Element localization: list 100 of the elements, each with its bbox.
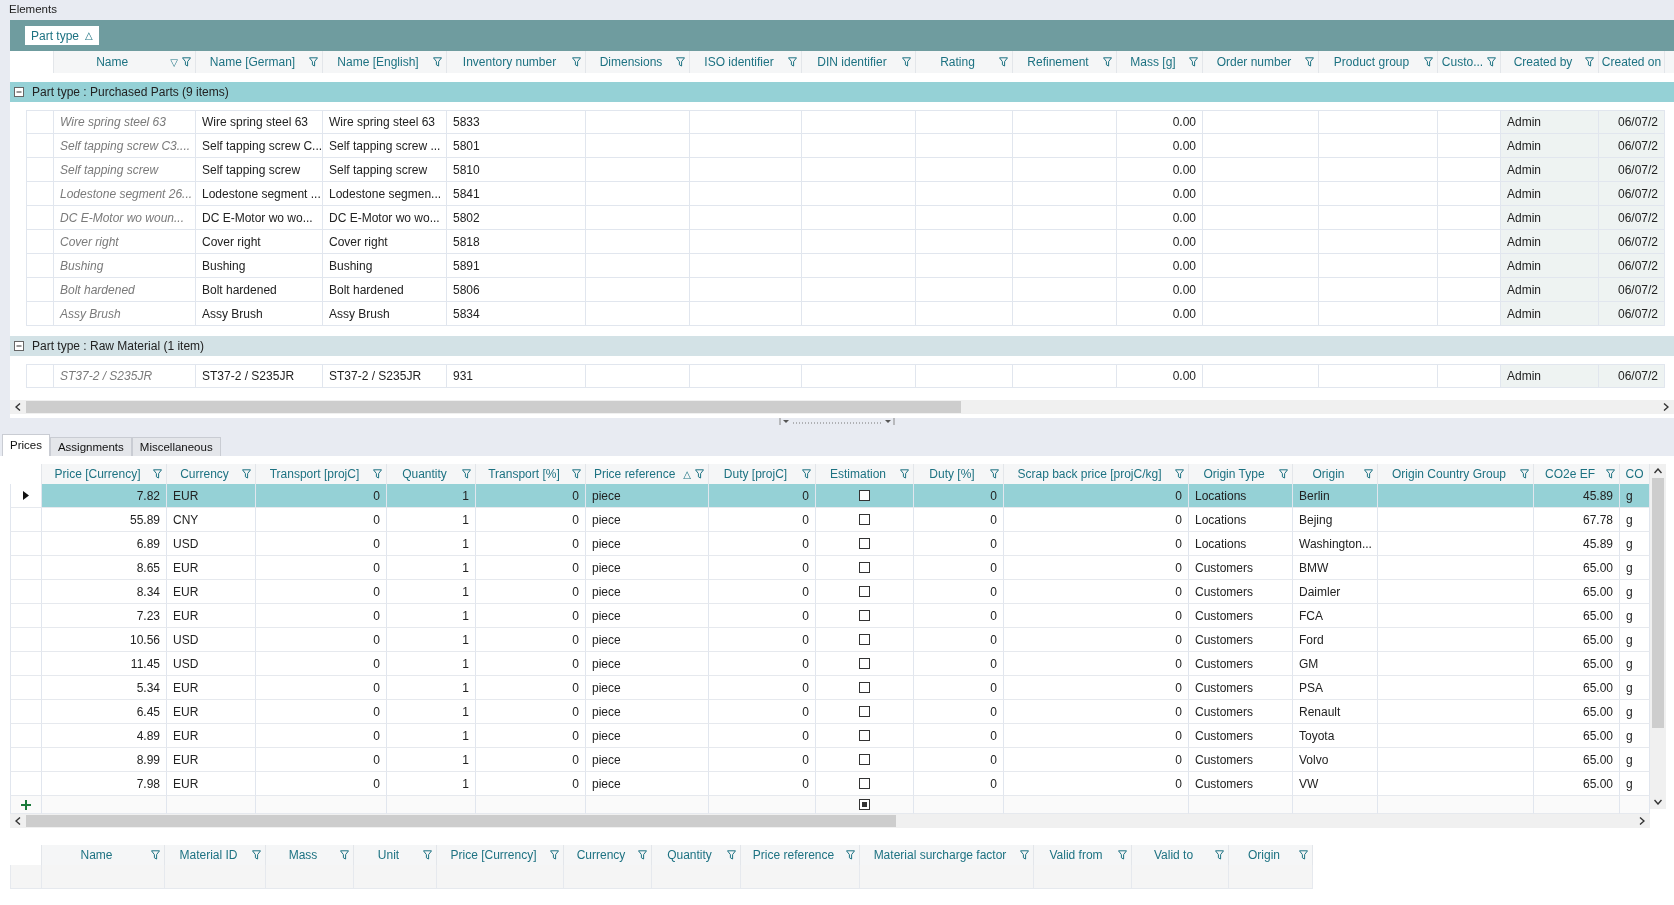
- column-header[interactable]: Inventory number: [447, 51, 586, 73]
- vertical-scrollbar[interactable]: [1650, 464, 1666, 809]
- checkbox[interactable]: [859, 586, 870, 597]
- new-row-cell[interactable]: [1132, 865, 1229, 889]
- filter-icon[interactable]: [340, 850, 349, 860]
- filter-icon[interactable]: [1305, 57, 1314, 67]
- tab[interactable]: Assignments: [49, 437, 132, 456]
- checkbox[interactable]: [859, 754, 870, 765]
- filter-icon[interactable]: [999, 57, 1008, 67]
- filter-icon[interactable]: [802, 469, 811, 479]
- row-indicator-cell[interactable]: [10, 532, 42, 556]
- filter-icon[interactable]: [373, 469, 382, 479]
- group-row[interactable]: Part type : Raw Material (1 item): [10, 336, 1674, 356]
- checkbox[interactable]: [859, 799, 870, 810]
- new-row-cell[interactable]: [266, 865, 354, 889]
- scroll-right-icon[interactable]: [1639, 817, 1645, 825]
- scroll-left-icon[interactable]: [15, 403, 21, 411]
- filter-icon[interactable]: [1487, 57, 1497, 67]
- horizontal-scrollbar[interactable]: [10, 400, 1674, 414]
- row-indicator-cell[interactable]: [10, 628, 42, 652]
- new-row-cell[interactable]: [1004, 796, 1189, 814]
- new-row-cell[interactable]: [42, 865, 165, 889]
- filter-icon[interactable]: [1585, 57, 1594, 67]
- row-indicator-cell[interactable]: [10, 508, 42, 532]
- row-indicator-cell[interactable]: [10, 724, 42, 748]
- checkbox[interactable]: [859, 610, 870, 621]
- scroll-left-icon[interactable]: [15, 817, 21, 825]
- filter-icon[interactable]: [242, 469, 251, 479]
- new-row-cell[interactable]: [741, 865, 860, 889]
- checkbox[interactable]: [859, 562, 870, 573]
- new-row-cell[interactable]: [914, 796, 1004, 814]
- filter-icon[interactable]: [788, 57, 797, 67]
- checkbox[interactable]: [859, 778, 870, 789]
- filter-icon[interactable]: [1215, 850, 1224, 860]
- column-header[interactable]: Dimensions: [586, 51, 690, 73]
- row-indicator-cell[interactable]: [10, 700, 42, 724]
- row-indicator-cell[interactable]: [10, 604, 42, 628]
- row-indicator-cell[interactable]: [10, 748, 42, 772]
- filter-icon[interactable]: [252, 850, 261, 860]
- checkbox[interactable]: [859, 538, 870, 549]
- new-row-cell[interactable]: [1378, 796, 1534, 814]
- sort-icon[interactable]: △: [683, 468, 691, 480]
- row-indicator-cell[interactable]: [10, 652, 42, 676]
- column-header[interactable]: Refinement: [1013, 51, 1117, 73]
- filter-icon[interactable]: [151, 850, 160, 860]
- filter-icon[interactable]: [902, 57, 911, 67]
- column-header[interactable]: ISO identifier: [690, 51, 802, 73]
- filter-icon[interactable]: [695, 469, 704, 479]
- filter-icon[interactable]: [1424, 57, 1433, 67]
- filter-icon[interactable]: [1175, 469, 1184, 479]
- group-by-chip[interactable]: Part type △: [25, 26, 99, 45]
- column-header[interactable]: Name [English]: [323, 51, 447, 73]
- column-header[interactable]: Order number: [1203, 51, 1319, 73]
- new-row-cell[interactable]: [1620, 796, 1650, 814]
- new-row-cell[interactable]: [1034, 865, 1132, 889]
- splitter-handle[interactable]: [779, 418, 895, 426]
- group-row[interactable]: Part type : Purchased Parts (9 items): [10, 82, 1674, 102]
- new-row-cell[interactable]: [652, 865, 741, 889]
- new-row-cell[interactable]: [564, 865, 652, 889]
- new-row-cell[interactable]: [816, 796, 914, 814]
- filter-icon[interactable]: [550, 850, 559, 860]
- new-row-cell[interactable]: [165, 865, 266, 889]
- new-row-cell[interactable]: [476, 796, 586, 814]
- new-row-cell[interactable]: [1229, 865, 1313, 889]
- scroll-right-icon[interactable]: [1663, 403, 1669, 411]
- column-header[interactable]: Name [German]: [196, 51, 323, 73]
- collapse-icon[interactable]: [14, 87, 24, 97]
- checkbox[interactable]: [859, 682, 870, 693]
- filter-icon[interactable]: [423, 850, 432, 860]
- filter-icon[interactable]: [153, 469, 162, 479]
- new-row-cell[interactable]: [437, 865, 564, 889]
- column-header[interactable]: Custo...: [1438, 51, 1501, 73]
- filter-icon[interactable]: [309, 57, 318, 67]
- row-indicator-cell[interactable]: [10, 556, 42, 580]
- column-header[interactable]: Name ▽: [54, 51, 196, 73]
- horizontal-scrollbar[interactable]: [10, 814, 1650, 828]
- filter-icon[interactable]: [182, 57, 191, 67]
- scroll-down-icon[interactable]: [1654, 799, 1662, 805]
- new-row-cell[interactable]: [167, 796, 256, 814]
- filter-icon[interactable]: [1279, 469, 1288, 479]
- filter-icon[interactable]: [727, 850, 736, 860]
- tab[interactable]: Miscellaneous: [131, 437, 221, 456]
- filter-icon[interactable]: [1299, 850, 1308, 860]
- add-row-icon[interactable]: [21, 799, 31, 810]
- filter-icon[interactable]: [572, 469, 581, 479]
- column-header[interactable]: Product group: [1319, 51, 1438, 73]
- filter-icon[interactable]: [1364, 469, 1373, 479]
- filter-icon[interactable]: [1606, 469, 1615, 479]
- filter-icon[interactable]: [1118, 850, 1127, 860]
- new-row-cell[interactable]: [1534, 796, 1620, 814]
- filter-icon[interactable]: [1020, 850, 1029, 860]
- sort-icon[interactable]: ▽: [170, 56, 178, 68]
- new-row-cell[interactable]: [256, 796, 387, 814]
- checkbox[interactable]: [859, 658, 870, 669]
- filter-icon[interactable]: [990, 469, 999, 479]
- new-row-cell[interactable]: [42, 796, 167, 814]
- checkbox[interactable]: [859, 514, 870, 525]
- sort-icon[interactable]: △: [85, 30, 93, 41]
- new-row-cell[interactable]: [1293, 796, 1378, 814]
- tab[interactable]: Prices: [2, 434, 50, 456]
